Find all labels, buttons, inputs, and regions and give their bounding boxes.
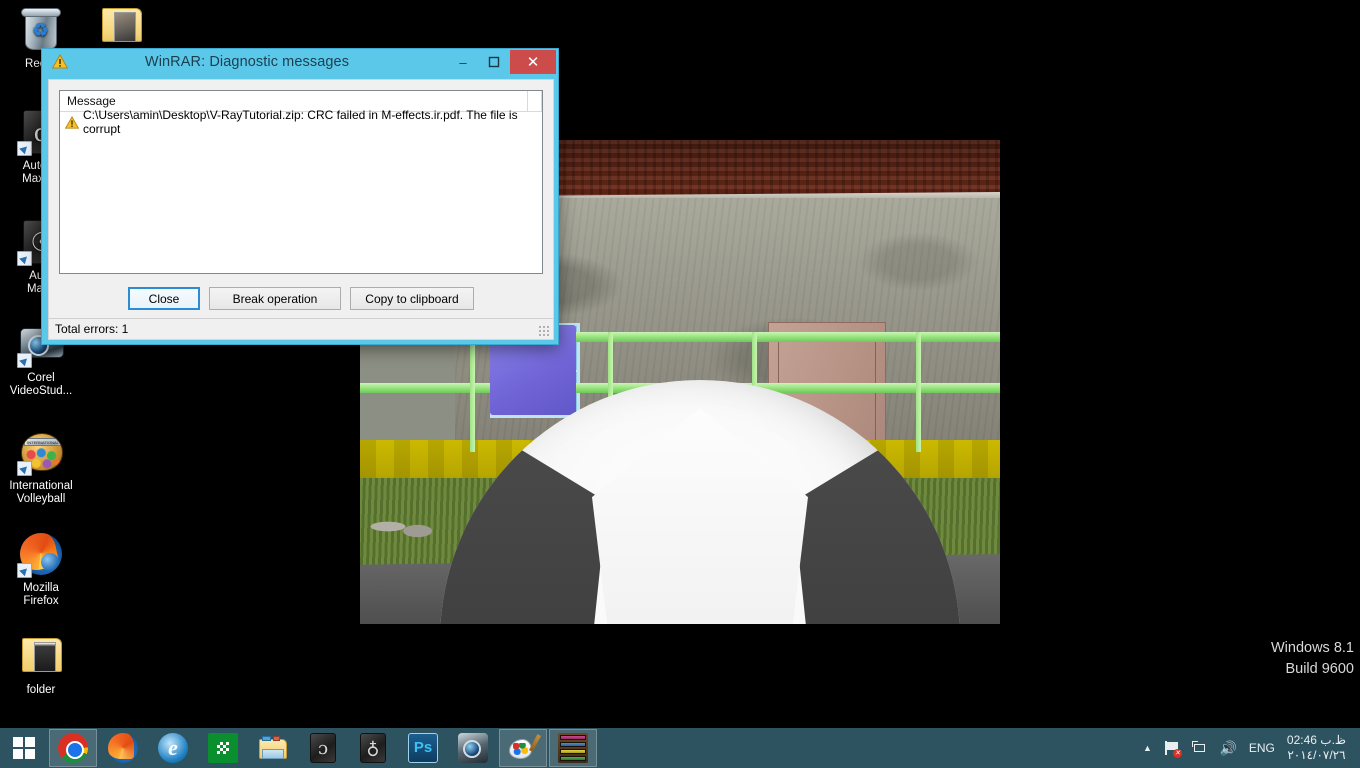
dialog-body: Message C:\Users\amin\Desktop\V-RayTutor… bbox=[48, 79, 554, 340]
warning-icon bbox=[64, 115, 80, 129]
taskbar-firefox[interactable] bbox=[99, 729, 147, 767]
network-icon[interactable] bbox=[1186, 728, 1214, 768]
start-button[interactable] bbox=[0, 728, 48, 768]
desktop-icon-folder[interactable]: folder bbox=[2, 632, 80, 697]
autodesk-3ds-max-icon: ɔ bbox=[308, 733, 338, 763]
minimize-button[interactable]: – bbox=[448, 51, 478, 73]
dialog-title-bar[interactable]: WinRAR: Diagnostic messages – ✕ bbox=[42, 49, 558, 75]
taskbar[interactable]: e ɔ ♁ Ps ▲ ✕ 🔊 ENG 02:46 ظ.ب ٢٠١٤/٠٧/٢٦ bbox=[0, 728, 1360, 768]
close-button[interactable]: ✕ bbox=[510, 50, 556, 74]
international-volleyball-icon: INTERNATIONAL bbox=[17, 428, 65, 476]
dialog-status-bar: Total errors: 1 bbox=[49, 318, 553, 339]
close-button[interactable]: Close bbox=[128, 287, 200, 310]
render-rocks bbox=[368, 510, 448, 540]
dialog-button-row: Close Break operation Copy to clipboard bbox=[49, 287, 553, 310]
table-row[interactable]: C:\Users\amin\Desktop\V-RayTutorial.zip:… bbox=[60, 108, 542, 136]
recycle-bin-icon: ♻ bbox=[17, 6, 65, 54]
action-center-icon[interactable]: ✕ bbox=[1158, 728, 1186, 768]
watermark-line-1: Windows 8.1 bbox=[1270, 640, 1354, 656]
clock[interactable]: 02:46 ظ.ب ٢٠١٤/٠٧/٢٦ bbox=[1281, 733, 1354, 763]
taskbar-maya[interactable]: ♁ bbox=[349, 729, 397, 767]
taskbar-winrar[interactable] bbox=[549, 729, 597, 767]
taskbar-corel-videostudio[interactable] bbox=[449, 729, 497, 767]
watermark-line-2: Build 9600 bbox=[1285, 661, 1354, 677]
desktop-icon-firefox[interactable]: Mozilla Firefox bbox=[2, 530, 80, 608]
chrome-icon bbox=[58, 733, 88, 763]
copy-to-clipboard-button[interactable]: Copy to clipboard bbox=[350, 287, 474, 310]
winrar-icon bbox=[558, 733, 588, 763]
internet-explorer-icon: e bbox=[158, 733, 188, 763]
photoshop-icon: Ps bbox=[408, 733, 438, 763]
desktop-icon-label: International bbox=[9, 480, 73, 492]
store-icon bbox=[208, 733, 238, 763]
total-errors-label: Total errors: 1 bbox=[55, 322, 129, 336]
taskbar-paint[interactable] bbox=[499, 729, 547, 767]
messages-list[interactable]: Message C:\Users\amin\Desktop\V-RayTutor… bbox=[59, 90, 543, 274]
windows-watermark: Windows 8.1 Build 9600 bbox=[1271, 638, 1354, 680]
taskbar-file-explorer[interactable] bbox=[249, 729, 297, 767]
break-operation-button[interactable]: Break operation bbox=[209, 287, 341, 310]
winrar-diagnostic-dialog[interactable]: WinRAR: Diagnostic messages – ✕ Message bbox=[41, 48, 559, 345]
desktop-icon-label: Corel bbox=[27, 372, 55, 384]
file-explorer-icon bbox=[258, 733, 288, 763]
system-tray[interactable]: ▲ ✕ 🔊 ENG 02:46 ظ.ب ٢٠١٤/٠٧/٢٦ bbox=[1137, 728, 1360, 768]
firefox-icon bbox=[108, 733, 138, 763]
taskbar-3ds-max[interactable]: ɔ bbox=[299, 729, 347, 767]
resize-grip[interactable] bbox=[538, 325, 549, 336]
folder-icon bbox=[97, 2, 145, 50]
desktop-icon-international-volleyball[interactable]: INTERNATIONAL International Volleyball bbox=[2, 428, 80, 506]
desktop-icon-label: Firefox bbox=[23, 595, 59, 607]
clock-date: ٢٠١٤/٠٧/٢٦ bbox=[1287, 748, 1346, 762]
folder-icon bbox=[17, 632, 65, 680]
paint-icon bbox=[508, 733, 541, 763]
show-hidden-icons-button[interactable]: ▲ bbox=[1137, 728, 1158, 768]
message-text: C:\Users\amin\Desktop\V-RayTutorial.zip:… bbox=[83, 108, 518, 136]
ball-patch bbox=[592, 408, 808, 624]
autodesk-maya-icon: ♁ bbox=[358, 733, 388, 763]
dialog-title: WinRAR: Diagnostic messages bbox=[144, 54, 350, 70]
desktop-icon-label: Mozilla bbox=[23, 582, 59, 594]
taskbar-internet-explorer[interactable]: e bbox=[149, 729, 197, 767]
firefox-icon bbox=[17, 530, 65, 578]
windows-logo-icon bbox=[13, 737, 35, 759]
screen: ♻ Recyc ʠ Autode Max 20 ☉ bbox=[0, 0, 1360, 768]
taskbar-photoshop[interactable]: Ps bbox=[399, 729, 447, 767]
language-indicator[interactable]: ENG bbox=[1243, 728, 1281, 768]
clock-time: 02:46 ظ.ب bbox=[1286, 733, 1346, 747]
volume-icon[interactable]: 🔊 bbox=[1214, 728, 1243, 768]
desktop-icon-label: VideoStud... bbox=[9, 385, 73, 397]
taskbar-store[interactable] bbox=[199, 729, 247, 767]
corel-videostudio-icon bbox=[458, 733, 488, 763]
desktop-icon-label: folder bbox=[26, 684, 56, 696]
desktop-icon-photos-folder[interactable] bbox=[82, 2, 160, 54]
taskbar-chrome[interactable] bbox=[49, 729, 97, 767]
desktop-icon-label: Volleyball bbox=[16, 493, 66, 505]
warning-icon bbox=[52, 54, 68, 69]
render-rail-post bbox=[470, 332, 475, 452]
maximize-button[interactable] bbox=[479, 51, 509, 73]
render-rail-post bbox=[916, 332, 921, 452]
